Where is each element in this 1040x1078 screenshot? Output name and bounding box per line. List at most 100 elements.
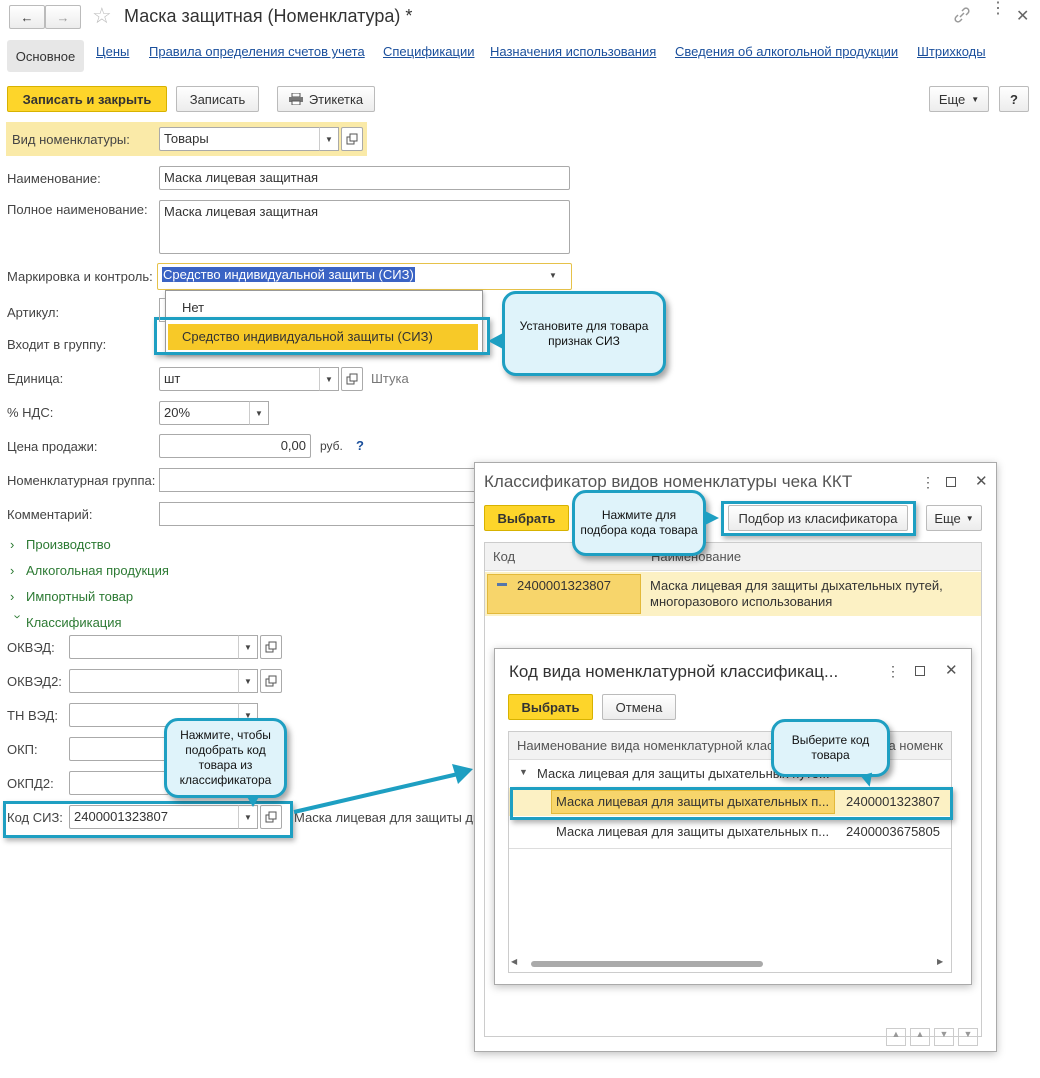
classifier-dialog-title: Классификатор видов номенклатуры чека КК… (484, 472, 853, 491)
classifier-more-button[interactable]: Еще ▼ (926, 505, 982, 531)
siz-label: Код СИЗ: (7, 810, 63, 825)
article-input[interactable] (159, 298, 165, 322)
label-button[interactable]: Этикетка (277, 86, 375, 112)
unit-label: Единица: (7, 371, 64, 386)
fullname-input[interactable]: Маска лицевая защитная (159, 200, 570, 254)
vat-dropdown-arrow[interactable]: ▼ (249, 401, 269, 425)
scroll-left-icon[interactable]: ◀ (511, 957, 517, 966)
scroll-last-icon[interactable]: ▼ (958, 1028, 978, 1046)
tab-account-rules[interactable]: Правила определения счетов учета (149, 44, 365, 59)
scroll-first-icon[interactable]: ▲ (886, 1028, 906, 1046)
okved-open-button[interactable] (260, 635, 282, 659)
scroll-right-icon[interactable]: ▶ (937, 957, 943, 966)
code-cancel-button[interactable]: Отмена (602, 694, 676, 720)
scrollbar-thumb[interactable] (531, 961, 763, 967)
classifier-more-text: Еще (934, 510, 961, 526)
menu-dots-icon[interactable]: ⋮ (886, 663, 900, 680)
code-row-name: Маска лицевая для защиты дыхательных п..… (556, 824, 830, 839)
comment-input[interactable] (159, 502, 479, 526)
collapse-icon (497, 583, 507, 586)
callout-pick-code: Нажмите, чтобы подобрать код товара из к… (164, 718, 287, 798)
close-icon[interactable]: ✕ (1016, 6, 1029, 26)
okved2-input[interactable] (69, 669, 240, 693)
group-label: Входит в группу: (7, 337, 107, 352)
maximize-icon[interactable] (915, 666, 925, 676)
unit-dropdown-arrow[interactable]: ▼ (319, 367, 339, 391)
nomgroup-input[interactable] (159, 468, 479, 492)
menu-dots-icon[interactable]: ⋮ (990, 1, 1006, 17)
okved2-label: ОКВЭД2: (7, 674, 62, 689)
name-input[interactable]: Маска лицевая защитная (159, 166, 570, 190)
classifier-select-button[interactable]: Выбрать (484, 505, 569, 531)
marking-select[interactable]: Средство индивидуальной защиты (СИЗ) (157, 263, 572, 290)
close-icon[interactable]: ✕ (975, 472, 988, 490)
kind-select[interactable]: Товары (159, 127, 321, 151)
callout-set-siz: Установите для товара признак СИЗ (502, 291, 666, 376)
menu-dots-icon[interactable]: ⋮ (921, 474, 935, 491)
tnved-label: ТН ВЭД: (7, 708, 58, 723)
price-input[interactable]: 0,00 (159, 434, 311, 458)
save-button[interactable]: Записать (176, 86, 259, 112)
section-alcohol-label: Алкогольная продукция (26, 563, 169, 578)
expanded-triangle-icon: ▼ (519, 767, 528, 777)
code-row[interactable]: Маска лицевая для защиты дыхательных п..… (509, 818, 951, 846)
okp-label: ОКП: (7, 742, 38, 757)
vat-select[interactable]: 20% (159, 401, 251, 425)
callout-pick-code-tail (246, 795, 260, 807)
callout-choose-code: Выберите код товара (771, 719, 890, 777)
name-label: Наименование: (7, 171, 101, 186)
price-currency: руб. (320, 439, 343, 453)
close-icon[interactable]: ✕ (945, 661, 958, 679)
scroll-up-icon[interactable]: ▲ (910, 1028, 930, 1046)
arrow-right-icon: → (56, 9, 70, 25)
scroll-down-icon[interactable]: ▼ (934, 1028, 954, 1046)
vat-label: % НДС: (7, 405, 54, 420)
okved2-open-button[interactable] (260, 669, 282, 693)
fullname-label: Полное наименование: (7, 202, 148, 217)
tab-main[interactable]: Основное (7, 40, 84, 72)
kind-label: Вид номенклатуры: (12, 132, 130, 147)
link-icon[interactable] (953, 6, 971, 24)
okpd2-input[interactable] (69, 771, 169, 795)
dropdown-option-none[interactable]: Нет (182, 300, 204, 315)
nomgroup-label: Номенклатурная группа: (7, 473, 156, 488)
unit-open-button[interactable] (341, 367, 363, 391)
okved-input[interactable] (69, 635, 240, 659)
okp-input[interactable] (69, 737, 169, 761)
classifier-row[interactable]: 2400001323807 Маска лицевая для защиты д… (485, 572, 981, 616)
unit-hint: Штука (371, 371, 409, 386)
tab-barcodes[interactable]: Штрихкоды (917, 44, 986, 59)
back-button[interactable]: ← (9, 5, 45, 29)
forward-button[interactable]: → (45, 5, 81, 29)
section-alcohol[interactable]: › Алкогольная продукция (10, 563, 169, 578)
kind-dropdown-arrow[interactable]: ▼ (319, 127, 339, 151)
chevron-down-icon: ▼ (965, 513, 974, 523)
code-select-button[interactable]: Выбрать (508, 694, 593, 720)
kind-open-button[interactable] (341, 127, 363, 151)
classifier-col-code[interactable]: Код (493, 549, 515, 564)
okved2-dropdown-arrow[interactable]: ▼ (238, 669, 258, 693)
chevron-down-icon: ▼ (971, 94, 980, 104)
window-title: Маска защитная (Номенклатура) * (124, 6, 413, 26)
siz-dropdown-arrow[interactable]: ▼ (238, 805, 258, 829)
section-classification[interactable]: ›Классификация (10, 615, 122, 631)
unit-select[interactable]: шт (159, 367, 321, 391)
okved-dropdown-arrow[interactable]: ▼ (238, 635, 258, 659)
tab-alcohol-info[interactable]: Сведения об алкогольной продукции (675, 44, 898, 59)
more-button[interactable]: Еще ▼ (929, 86, 989, 112)
marking-dropdown-arrow[interactable]: ▼ (549, 271, 557, 280)
tab-usage[interactable]: Назначения использования (490, 44, 656, 59)
code-col-name[interactable]: Наименование вида номенклатурной клас (517, 738, 774, 753)
maximize-icon[interactable] (946, 477, 956, 487)
help-button[interactable]: ? (999, 86, 1029, 112)
section-production[interactable]: › Производство (10, 537, 111, 552)
star-icon[interactable]: ☆ (92, 3, 112, 29)
tab-specifications[interactable]: Спецификации (383, 44, 475, 59)
price-help-link[interactable]: ? (356, 438, 364, 453)
section-import[interactable]: › Импортный товар (10, 589, 133, 604)
siz-open-button[interactable] (260, 805, 282, 829)
horizontal-scrollbar[interactable]: ◀ ▶ (511, 957, 949, 970)
tab-prices[interactable]: Цены (96, 44, 129, 59)
siz-input[interactable]: 2400001323807 (69, 805, 240, 829)
save-close-button[interactable]: Записать и закрыть (7, 86, 167, 112)
